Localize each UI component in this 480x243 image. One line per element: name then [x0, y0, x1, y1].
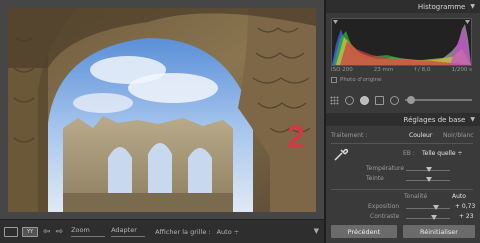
lightroom-develop-window: 2 YY ⇦ ⇨ Zoom Adapter Afficher la grille…	[0, 0, 480, 243]
collapse-triangle-icon[interactable]: ▼	[470, 3, 475, 10]
wb-value: Telle quelle	[422, 150, 456, 157]
contrast-label: Contraste	[370, 213, 400, 220]
grid-label: Afficher la grille :	[155, 227, 211, 236]
grid-value: Auto	[216, 227, 232, 236]
zoom-control[interactable]: Zoom	[71, 226, 106, 237]
reset-button[interactable]: Réinitialiser	[403, 225, 475, 238]
separator	[331, 143, 473, 144]
contrast-thumb[interactable]	[431, 215, 437, 220]
brush-knob[interactable]	[407, 96, 415, 104]
temperature-label: Température	[366, 165, 405, 172]
tone-label: Tonalité	[404, 193, 428, 200]
tint-thumb[interactable]	[426, 177, 432, 182]
treatment-color-option[interactable]: Couleur	[409, 132, 432, 139]
camera-info: ISO 200 23 mm f / 8,0 1/200 s	[331, 67, 472, 73]
crop-grid-icon[interactable]	[330, 95, 339, 105]
basic-header[interactable]: Réglages de base ▼	[326, 113, 480, 126]
contrast-value[interactable]: + 23	[459, 213, 474, 220]
exposure-slider[interactable]	[406, 205, 450, 210]
histogram-header[interactable]: Histogramme ▼	[326, 0, 480, 13]
iso-value: ISO 200	[331, 67, 353, 73]
tint-slider[interactable]	[406, 177, 450, 182]
eyedropper-icon[interactable]	[332, 147, 348, 163]
exposure-value[interactable]: + 0,73	[455, 203, 475, 210]
wb-label: EB :	[403, 150, 415, 157]
right-panel: Histogramme ▼ ISO 200 23 mm f / 8,0 1/20…	[326, 0, 480, 243]
adjustment-brush-icon[interactable]	[405, 96, 472, 104]
radial-filter-icon[interactable]	[390, 95, 399, 105]
previous-button[interactable]: Précédent	[331, 225, 397, 238]
treatment-bw-option[interactable]: Noir/blanc	[443, 132, 474, 139]
spot-removal-icon[interactable]	[345, 95, 354, 105]
bottom-toolbar: YY ⇦ ⇨ Zoom Adapter Afficher la grille :…	[0, 219, 324, 243]
temperature-slider[interactable]	[406, 167, 450, 172]
wb-dropdown[interactable]: Telle quelle ÷	[422, 150, 463, 157]
graduated-filter-icon[interactable]	[375, 95, 384, 105]
zoom-fit-value: Adapter	[111, 226, 137, 234]
grid-view-icon[interactable]: YY	[22, 226, 38, 237]
forward-arrow-icon[interactable]: ⇨	[56, 227, 64, 237]
tone-auto-button[interactable]: Auto	[452, 193, 466, 200]
histogram-graph[interactable]	[331, 18, 472, 66]
tint-label: Teinte	[366, 175, 384, 182]
grid-control[interactable]: Afficher la grille :	[155, 228, 211, 236]
zoom-slider[interactable]	[71, 236, 106, 237]
back-arrow-icon[interactable]: ⇦	[43, 227, 51, 237]
red-eye-icon[interactable]	[360, 95, 369, 105]
treatment-label: Traitement :	[331, 132, 368, 139]
original-photo-checkbox[interactable]	[331, 77, 337, 83]
focal-length-value: 23 mm	[373, 67, 394, 73]
exposure-thumb[interactable]	[433, 205, 439, 210]
contrast-slider[interactable]	[406, 215, 450, 220]
separator	[331, 189, 473, 190]
exposure-label: Exposition	[368, 203, 400, 210]
photo-image[interactable]: 2	[8, 8, 316, 212]
aperture-value: f / 8,0	[414, 67, 431, 73]
grid-dropdown[interactable]: Auto ÷	[217, 228, 240, 236]
zoom-fit-dropdown[interactable]: Adapter	[111, 226, 146, 237]
photo-canvas[interactable]: 2	[0, 0, 324, 219]
shutter-value: 1/200 s	[451, 67, 472, 73]
collapse-triangle-icon[interactable]: ▼	[470, 116, 475, 123]
original-photo-toggle[interactable]: Photo d'origine	[331, 77, 381, 83]
zoom-fit-underline	[111, 236, 146, 237]
basic-title: Réglages de base	[403, 115, 466, 124]
histogram-title: Histogramme	[417, 2, 466, 11]
zoom-label: Zoom	[71, 226, 90, 234]
annotation-number: 2	[287, 119, 305, 155]
temperature-thumb[interactable]	[426, 167, 432, 172]
loupe-view-icon[interactable]	[4, 226, 18, 237]
toolbar-menu-icon[interactable]: ▼	[314, 227, 319, 235]
tool-strip	[330, 94, 472, 106]
original-photo-label: Photo d'origine	[340, 77, 382, 83]
